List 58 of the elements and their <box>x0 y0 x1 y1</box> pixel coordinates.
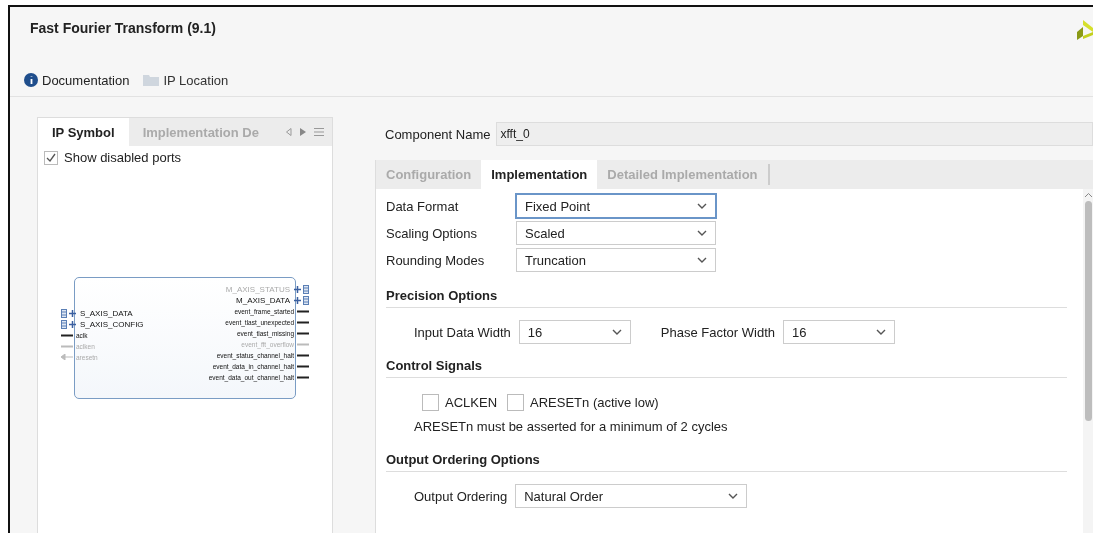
toolbar-link[interactable]: Documentation <box>24 72 130 88</box>
bus-port-icon <box>293 295 309 305</box>
section-title: Output Ordering Options <box>386 452 1067 472</box>
scroll-up-icon[interactable] <box>1084 193 1092 197</box>
wire-port-icon <box>297 342 309 346</box>
section-title: Control Signals <box>386 358 1067 378</box>
field-label: Input Data Width <box>414 324 511 340</box>
window-title: Fast Fourier Transform (9.1) <box>30 20 216 36</box>
wire-port-icon <box>297 309 309 313</box>
wire-port-icon <box>297 320 309 324</box>
wire-port-icon <box>297 353 309 357</box>
field-label: Data Format <box>386 198 460 214</box>
wire-port-icon <box>297 375 309 379</box>
port-name: M_AXIS_DATA <box>236 295 290 305</box>
scrollbar[interactable] <box>1083 189 1093 533</box>
port-name: S_AXIS_DATA <box>80 308 133 318</box>
info-icon <box>24 73 38 87</box>
checkbox[interactable]: ACLKEN <box>422 394 498 411</box>
wire-port-icon <box>297 364 309 368</box>
wire-port-icon <box>297 331 309 335</box>
chevron-down-icon <box>697 257 707 263</box>
dropdown[interactable]: 16 <box>518 320 631 344</box>
wire-port-icon <box>61 344 73 348</box>
chevron-down-icon <box>697 203 707 209</box>
chevron-down-icon <box>611 329 622 335</box>
dropdown[interactable]: Truncation <box>516 248 716 272</box>
port-name: M_AXIS_STATUS <box>225 284 290 294</box>
toolbar-link[interactable]: IP Location <box>143 72 229 88</box>
field-label: Rounding Modes <box>386 252 486 268</box>
dropdown[interactable]: 16 <box>783 320 895 344</box>
field-label: Scaling Options <box>386 225 479 241</box>
bus-port-icon <box>61 308 77 318</box>
tab-left-icon[interactable] <box>286 128 292 136</box>
dropdown[interactable]: Fixed Point <box>516 194 716 218</box>
dropdown[interactable]: Scaled <box>516 221 716 245</box>
bus-port-icon <box>293 284 309 294</box>
folder-icon <box>143 74 160 86</box>
logo-icon <box>1077 20 1093 42</box>
panel-tab[interactable]: IP Symbol <box>38 118 129 146</box>
check-icon <box>46 153 56 162</box>
section-title: Precision Options <box>386 288 1067 308</box>
port-name: S_AXIS_CONFIG <box>80 319 144 329</box>
menu-icon[interactable] <box>314 128 324 136</box>
field-label: Phase Factor Width <box>660 324 775 340</box>
chevron-down-icon <box>697 230 707 236</box>
checkbox[interactable]: ARESETn (active low) <box>507 394 659 411</box>
bus-port-icon <box>61 319 77 329</box>
dropdown[interactable]: Natural Order <box>515 484 748 508</box>
tab-right-icon[interactable] <box>300 128 306 136</box>
reset-port-icon <box>61 354 73 360</box>
note-text: ARESETn must be asserted for a minimum of 2 cycles <box>414 419 729 434</box>
wire-port-icon <box>61 333 73 337</box>
component-name-field[interactable]: xfft_0 <box>495 122 1093 146</box>
chevron-down-icon <box>728 493 739 499</box>
field-label: Component Name <box>385 126 491 142</box>
field-label: Output Ordering <box>414 488 508 504</box>
chevron-down-icon <box>876 329 886 335</box>
tab[interactable]: Implementation <box>481 160 598 189</box>
